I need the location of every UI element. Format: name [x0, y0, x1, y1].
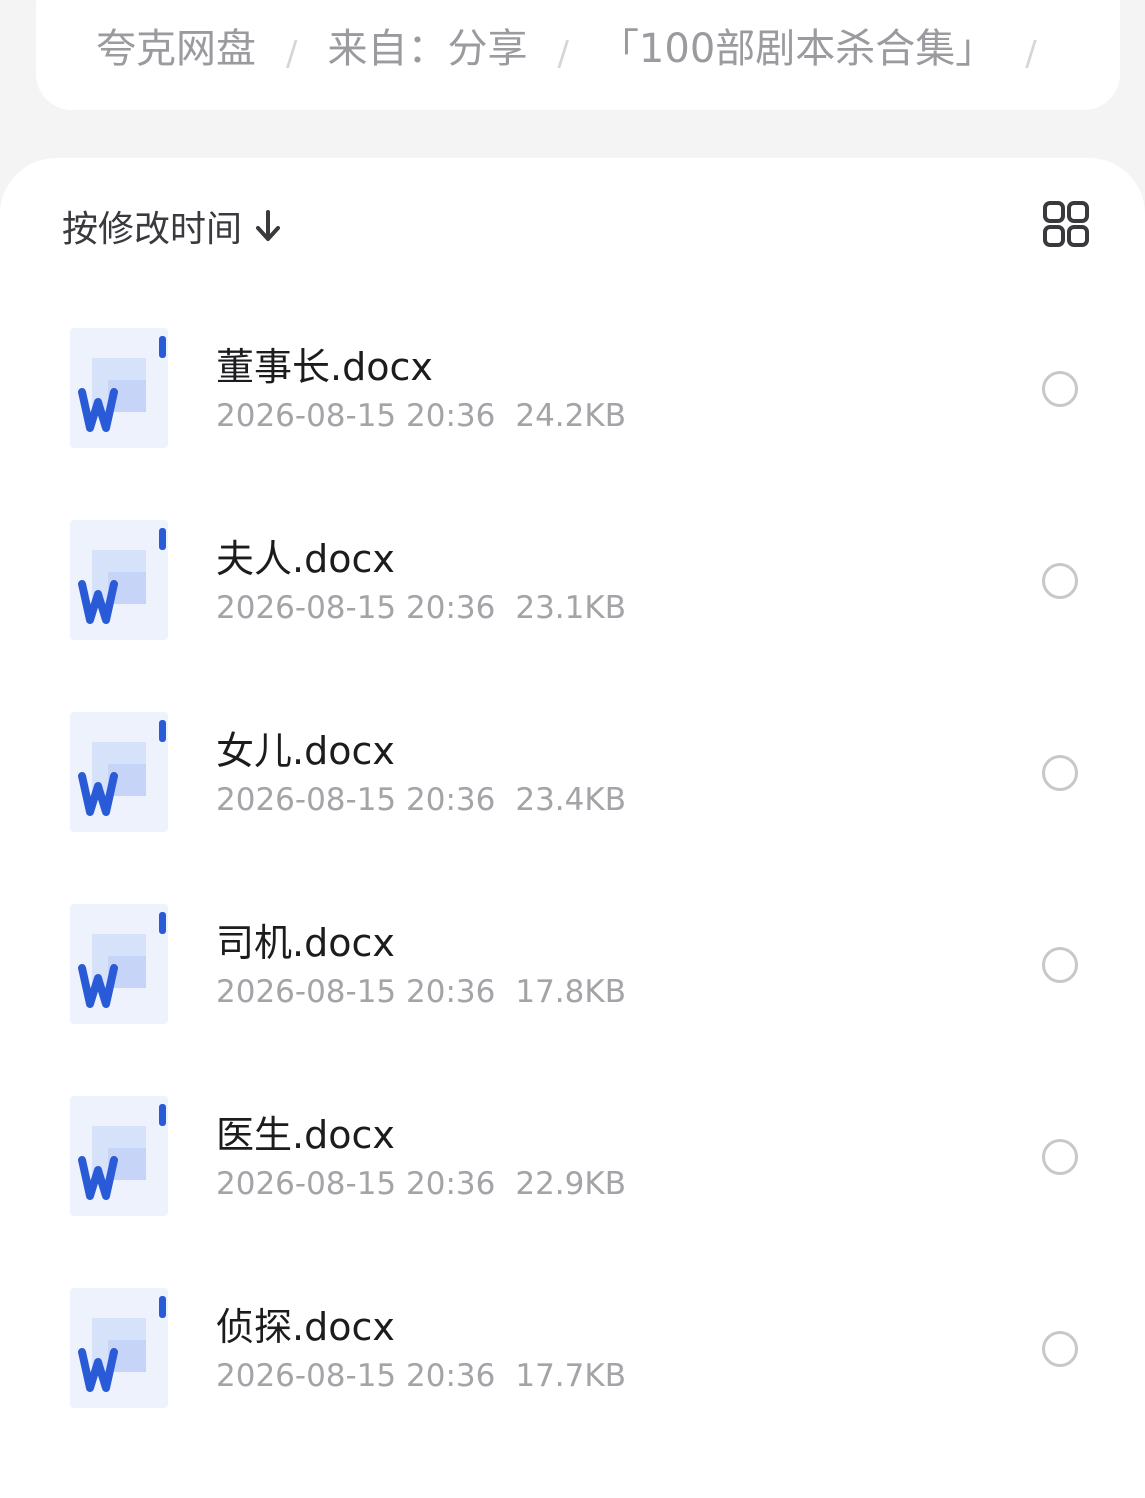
file-name: 董事长.docx [216, 345, 433, 389]
select-radio[interactable] [1042, 1139, 1078, 1175]
word-doc-icon [70, 904, 168, 1024]
file-name: 女儿.docx [216, 729, 395, 773]
file-size: 24.2KB [515, 398, 626, 434]
file-size: 17.7KB [515, 1358, 626, 1394]
file-date: 2026-08-15 20:36 [216, 398, 496, 434]
file-size: 23.1KB [515, 590, 626, 626]
file-list-item[interactable]: 董事长.docx 2026-08-15 20:36 24.2KB [0, 328, 1145, 520]
breadcrumb-separator: / [557, 34, 569, 74]
select-radio[interactable] [1042, 947, 1078, 983]
file-name: 司机.docx [216, 921, 395, 965]
select-radio[interactable] [1042, 563, 1078, 599]
file-meta: 2026-08-15 20:36 24.2KB [216, 398, 626, 434]
breadcrumb-item-folder[interactable]: 「100部剧本杀合集」 [599, 16, 995, 74]
file-name: 医生.docx [216, 1113, 395, 1157]
word-doc-icon [70, 328, 168, 448]
file-list-item[interactable]: 侦探.docx 2026-08-15 20:36 17.7KB [0, 1288, 1145, 1480]
file-list-item[interactable]: 夫人.docx 2026-08-15 20:36 23.1KB [0, 520, 1145, 712]
breadcrumb: 夸克网盘 / 来自：分享 / 「100部剧本杀合集」 / [36, 0, 1120, 110]
select-radio[interactable] [1042, 755, 1078, 791]
file-meta: 2026-08-15 20:36 23.1KB [216, 590, 626, 626]
word-doc-icon [70, 520, 168, 640]
sort-label: 按修改时间 [62, 209, 243, 250]
file-date: 2026-08-15 20:36 [216, 782, 496, 818]
file-date: 2026-08-15 20:36 [216, 1166, 496, 1202]
file-date: 2026-08-15 20:36 [216, 590, 496, 626]
file-list-item[interactable]: 女儿.docx 2026-08-15 20:36 23.4KB [0, 712, 1145, 904]
file-list-item[interactable]: 司机.docx 2026-08-15 20:36 17.8KB [0, 904, 1145, 1096]
file-list-item[interactable]: 医生.docx 2026-08-15 20:36 22.9KB [0, 1096, 1145, 1288]
grid-view-icon[interactable] [1042, 200, 1090, 248]
file-date: 2026-08-15 20:36 [216, 1358, 496, 1394]
word-doc-icon [70, 1288, 168, 1408]
word-doc-icon [70, 712, 168, 832]
file-size: 17.8KB [515, 974, 626, 1010]
file-name: 侦探.docx [216, 1305, 395, 1349]
file-size: 23.4KB [515, 782, 626, 818]
select-radio[interactable] [1042, 1331, 1078, 1367]
file-name: 夫人.docx [216, 537, 395, 581]
word-doc-icon [70, 1096, 168, 1216]
file-date: 2026-08-15 20:36 [216, 974, 496, 1010]
arrow-down-icon [256, 210, 281, 241]
file-meta: 2026-08-15 20:36 17.8KB [216, 974, 626, 1010]
select-radio[interactable] [1042, 371, 1078, 407]
breadcrumb-item-quark-drive[interactable]: 夸克网盘 [96, 16, 256, 74]
file-meta: 2026-08-15 20:36 17.7KB [216, 1358, 626, 1394]
file-meta: 2026-08-15 20:36 22.9KB [216, 1166, 626, 1202]
sort-button[interactable]: 按修改时间 [62, 200, 282, 252]
file-meta: 2026-08-15 20:36 23.4KB [216, 782, 626, 818]
breadcrumb-item-shared[interactable]: 来自：分享 [327, 16, 527, 74]
breadcrumb-separator: / [286, 34, 298, 74]
file-size: 22.9KB [515, 1166, 626, 1202]
breadcrumb-separator: / [1025, 34, 1037, 74]
